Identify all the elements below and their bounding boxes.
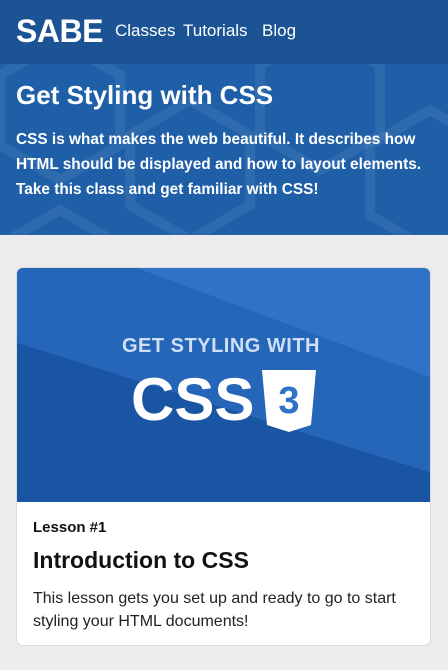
top-navbar: SABE Classes Tutorials Blog [0, 0, 448, 64]
lesson-number: Lesson #1 [33, 519, 107, 536]
site-logo[interactable]: SABE [16, 13, 103, 50]
lesson-card[interactable]: GET STYLING WITH CSS 3 Lesson #1 Introdu… [16, 267, 431, 646]
shield-number: 3 [278, 380, 299, 422]
lesson-description: This lesson gets you set up and ready to… [33, 590, 396, 630]
class-description: CSS is what makes the web beautiful. It … [16, 131, 422, 198]
nav-link-blog[interactable]: Blog [262, 21, 296, 41]
thumbnail-css-text: CSS [131, 366, 254, 433]
nav-link-tutorials[interactable]: Tutorials [183, 21, 248, 41]
css3-shield-icon: 3 [262, 370, 316, 432]
lesson-title[interactable]: Introduction to CSS [33, 547, 249, 574]
thumbnail-tagline: GET STYLING WITH [122, 335, 320, 357]
lesson-thumbnail-image[interactable]: GET STYLING WITH CSS 3 [17, 268, 431, 502]
nav-link-classes[interactable]: Classes [115, 21, 175, 41]
hero-banner: SABE Classes Tutorials Blog Get Styling … [0, 0, 448, 235]
page-title: Get Styling with CSS [16, 80, 274, 110]
